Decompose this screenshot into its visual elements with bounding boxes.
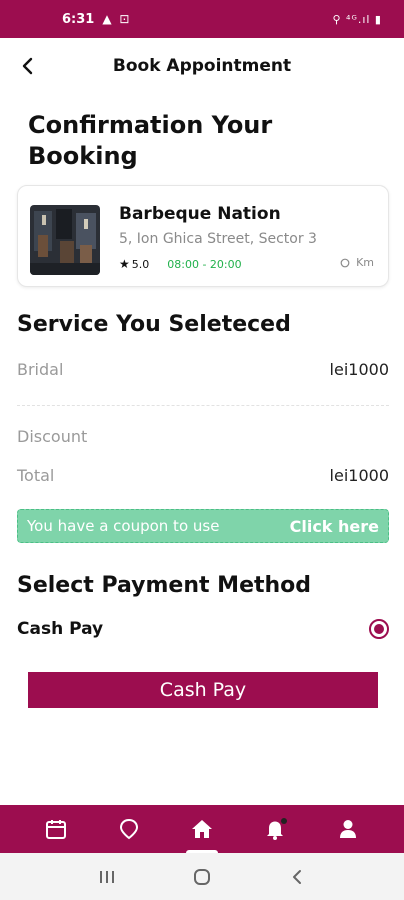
shop-image — [30, 205, 100, 275]
location-pin-icon — [120, 818, 139, 840]
nav-profile[interactable] — [328, 809, 368, 849]
payment-title: Select Payment Method — [17, 573, 312, 598]
distance-label: Km — [356, 256, 374, 269]
nav-calendar[interactable] — [36, 809, 76, 849]
coupon-bar: You have a coupon to use Click here — [17, 509, 389, 543]
bottom-nav — [0, 805, 404, 855]
user-icon — [339, 820, 356, 838]
status-bar: 6:31 ▲ ⊡ ⚲ ⁴ᴳ.ıl ▮ — [0, 0, 404, 38]
page-title: Confirmation Your Booking — [28, 111, 273, 170]
shop-name: Barbeque Nation — [119, 204, 281, 224]
service-row: Bridal lei1000 — [17, 360, 389, 379]
total-value: lei1000 — [329, 466, 389, 485]
home-circle-icon — [193, 868, 210, 885]
shop-meta: ★ 5.0 08:00 - 20:00 — [119, 257, 242, 271]
status-left-icons: ▲ ⊡ — [102, 12, 132, 26]
payment-option-cash[interactable]: Cash Pay — [17, 619, 389, 639]
total-row: Total lei1000 — [17, 466, 389, 485]
service-name: Bridal — [17, 360, 64, 379]
header-title: Book Appointment — [112, 56, 292, 76]
home-icon — [191, 820, 212, 838]
payment-radio[interactable] — [369, 619, 389, 639]
nav-location[interactable] — [109, 809, 149, 849]
total-label: Total — [17, 466, 55, 485]
payment-option-label: Cash Pay — [17, 619, 104, 639]
divider — [17, 405, 389, 406]
app-header: Book Appointment — [0, 38, 404, 94]
chevron-left-icon — [22, 57, 33, 75]
shop-hours: 08:00 - 20:00 — [167, 257, 242, 271]
calendar-icon — [46, 820, 67, 839]
services-title: Service You Seleteced — [17, 312, 291, 337]
shop-rating: 5.0 — [131, 257, 150, 271]
location-circle-icon — [340, 258, 350, 267]
recent-apps-icon — [100, 870, 115, 883]
coupon-text: You have a coupon to use — [27, 517, 220, 535]
recent-apps-button[interactable] — [92, 862, 122, 892]
system-nav-bar — [0, 853, 404, 900]
back-system-button[interactable] — [282, 862, 312, 892]
back-button[interactable] — [14, 52, 42, 80]
home-system-button[interactable] — [187, 862, 217, 892]
status-time: 6:31 — [62, 11, 95, 27]
discount-label: Discount — [17, 427, 88, 446]
cash-pay-button[interactable]: Cash Pay — [28, 672, 378, 708]
shop-card[interactable]: Barbeque Nation 5, Ion Ghica Street, Sec… — [17, 185, 389, 287]
coupon-click-here-link[interactable]: Click here — [290, 517, 379, 536]
shop-distance: Km — [340, 256, 374, 269]
nav-home[interactable] — [182, 809, 222, 855]
discount-row: Discount — [17, 427, 389, 446]
notification-badge — [280, 818, 287, 824]
star-icon: ★ — [119, 257, 130, 271]
nav-notifications[interactable] — [255, 809, 295, 849]
status-right-icons: ⚲ ⁴ᴳ.ıl ▮ — [332, 12, 382, 26]
shop-address: 5, Ion Ghica Street, Sector 3 — [119, 231, 317, 247]
service-price: lei1000 — [329, 360, 389, 379]
back-arrow-icon — [292, 869, 301, 884]
radio-selected-dot — [374, 624, 384, 634]
